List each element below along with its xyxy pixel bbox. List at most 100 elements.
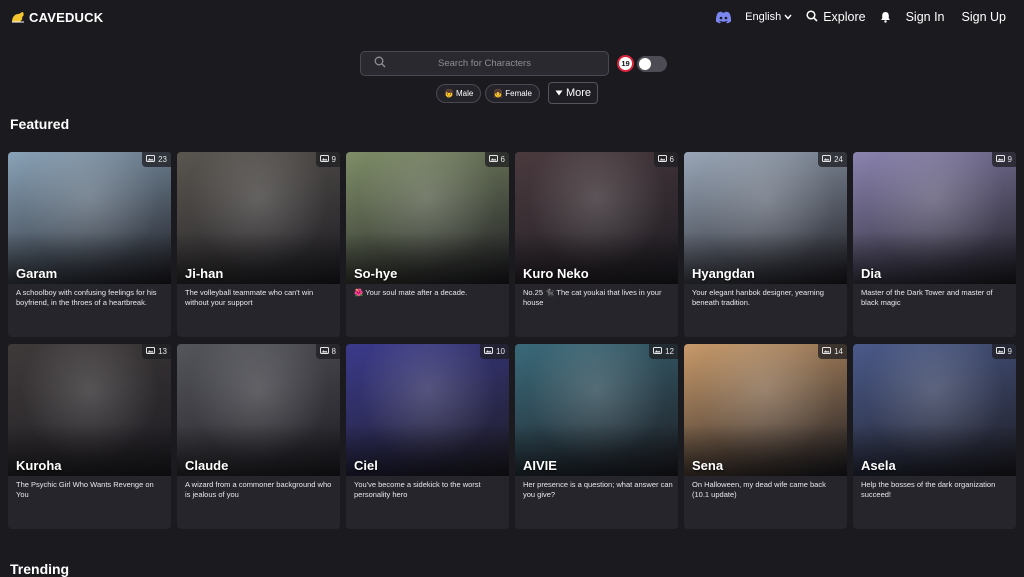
character-description: You've become a sidekick to the worst pe… <box>354 480 481 500</box>
female-filter-chip[interactable]: 👧 Female <box>485 83 540 103</box>
image-count: 9 <box>1007 347 1012 356</box>
featured-heading: Featured <box>10 116 70 132</box>
character-card[interactable]: 6 So-hye 🌺 Your soul mate after a decade. <box>346 152 509 337</box>
image-count-badge: 9 <box>315 152 340 167</box>
character-name: Ji-han <box>185 266 224 281</box>
image-count-badge: 24 <box>818 152 847 167</box>
gallery-icon <box>995 155 1005 164</box>
character-card[interactable]: 23 Garam A schoolboy with confusing feelin… <box>8 152 171 337</box>
image-count: 8 <box>331 347 336 356</box>
sign-up-link[interactable]: Sign Up <box>962 10 1006 24</box>
character-card[interactable]: 24 Hyangdan Your elegant hanbok designer, … <box>684 152 847 337</box>
age-19-badge: 19 <box>617 55 634 72</box>
girl-emoji-icon: 👧 <box>493 88 504 98</box>
male-filter-chip[interactable]: 👦 Male <box>436 83 482 103</box>
character-description: Help the bosses of the dark organization… <box>861 480 996 500</box>
character-card[interactable]: 6 Kuro Neko No.25 🐈‍⬛ The cat youkai that … <box>515 152 678 337</box>
search-row: 19 <box>360 51 667 76</box>
search-input[interactable] <box>361 52 608 75</box>
search-box[interactable] <box>360 51 609 76</box>
character-description: 🌺 Your soul mate after a decade. <box>354 288 468 297</box>
notification-bell-icon[interactable] <box>880 11 891 23</box>
gallery-icon <box>995 347 1005 356</box>
image-count-badge: 14 <box>818 344 847 359</box>
gallery-icon <box>484 347 494 356</box>
character-description: The volleyball teammate who can't win wi… <box>185 288 314 308</box>
adult-content-toggle[interactable] <box>637 55 667 72</box>
gallery-icon <box>822 347 832 356</box>
discord-icon[interactable] <box>715 11 732 24</box>
gallery-icon <box>319 155 329 164</box>
character-name: Ciel <box>354 458 378 473</box>
toggle-knob <box>639 57 651 70</box>
character-description: The Psychic Girl Who Wants Revenge on Yo… <box>16 480 154 500</box>
image-count: 9 <box>331 155 336 164</box>
image-count-badge: 6 <box>484 152 509 167</box>
filter-bar: 👦 Male 👧 Female More <box>436 82 599 104</box>
language-selector[interactable]: English <box>745 11 792 23</box>
character-card[interactable]: 12 AIVIE Her presence is a question; what … <box>515 344 678 529</box>
image-count: 6 <box>500 155 505 164</box>
brand-logo[interactable]: CAVEDUCK <box>11 10 103 25</box>
more-filters-label: More <box>565 87 592 99</box>
gallery-icon <box>146 347 156 356</box>
search-icon <box>806 9 818 25</box>
character-description: Her presence is a question; what answer … <box>523 480 673 500</box>
character-card[interactable]: 8 Claude A wizard from a commoner backgrou… <box>177 344 340 529</box>
character-card[interactable]: 10 Ciel You've become a sidekick to the wo… <box>346 344 509 529</box>
gallery-icon <box>822 155 832 164</box>
image-count: 10 <box>496 347 505 356</box>
explore-link[interactable]: Explore <box>806 9 866 25</box>
image-count: 9 <box>1007 155 1012 164</box>
featured-row-1: 23 Garam A schoolboy with confusing feelin… <box>8 152 1016 337</box>
brand-name: CAVEDUCK <box>29 9 104 25</box>
image-count-badge: 12 <box>649 344 678 359</box>
character-description: No.25 🐈‍⬛ The cat youkai that lives in y… <box>523 288 662 308</box>
image-count: 12 <box>665 347 674 356</box>
character-card[interactable]: 14 Sena On Halloween, my dead wife came ba… <box>684 344 847 529</box>
gallery-icon <box>653 347 663 356</box>
gallery-icon <box>657 155 667 164</box>
character-card[interactable]: 9 Dia Master of the Dark Tower and master … <box>853 152 1016 337</box>
sign-in-link[interactable]: Sign In <box>906 10 945 24</box>
character-card[interactable]: 9 Asela Help the bosses of the dark organi… <box>853 344 1016 529</box>
character-name: So-hye <box>354 266 398 281</box>
character-description: On Halloween, my dead wife came back (10… <box>692 480 826 500</box>
image-count: 14 <box>834 347 843 356</box>
image-count-badge: 23 <box>142 152 171 167</box>
image-count: 13 <box>158 347 167 356</box>
chevron-down-icon <box>784 11 792 23</box>
explore-label: Explore <box>823 10 866 24</box>
character-name: Kuroha <box>16 458 62 473</box>
more-filters-button[interactable]: More <box>547 82 599 104</box>
image-count-badge: 8 <box>315 344 340 359</box>
featured-row-2: 13 Kuroha The Psychic Girl Who Wants Reven… <box>8 344 1016 529</box>
caret-down-icon <box>555 87 563 99</box>
gallery-icon <box>488 155 498 164</box>
trending-heading: Trending <box>10 561 70 577</box>
image-count: 24 <box>834 155 843 164</box>
character-card[interactable]: 9 Ji-han The volleyball teammate who can't… <box>177 152 340 337</box>
female-filter-label: Female <box>505 88 532 98</box>
character-card[interactable]: 13 Kuroha The Psychic Girl Who Wants Reven… <box>8 344 171 529</box>
character-name: Kuro Neko <box>523 266 589 281</box>
gallery-icon <box>319 347 329 356</box>
character-description: A wizard from a commoner background who … <box>185 480 332 500</box>
image-count-badge: 6 <box>653 152 678 167</box>
top-nav: English Explore Sign In Sign Up <box>715 9 1006 25</box>
character-name: Hyangdan <box>692 266 755 281</box>
image-count-badge: 9 <box>991 344 1016 359</box>
boy-emoji-icon: 👦 <box>444 88 454 98</box>
character-name: Claude <box>185 458 229 473</box>
image-count-badge: 10 <box>480 344 509 359</box>
character-description: Your elegant hanbok designer, yearning b… <box>692 288 824 308</box>
duck-logo-icon <box>11 11 25 23</box>
language-label: English <box>745 11 782 23</box>
image-count-badge: 13 <box>142 344 171 359</box>
character-name: Garam <box>16 266 58 281</box>
character-name: Sena <box>692 458 724 473</box>
character-name: Dia <box>861 266 882 281</box>
image-count: 23 <box>158 155 167 164</box>
image-count-badge: 9 <box>991 152 1016 167</box>
gallery-icon <box>146 155 156 164</box>
